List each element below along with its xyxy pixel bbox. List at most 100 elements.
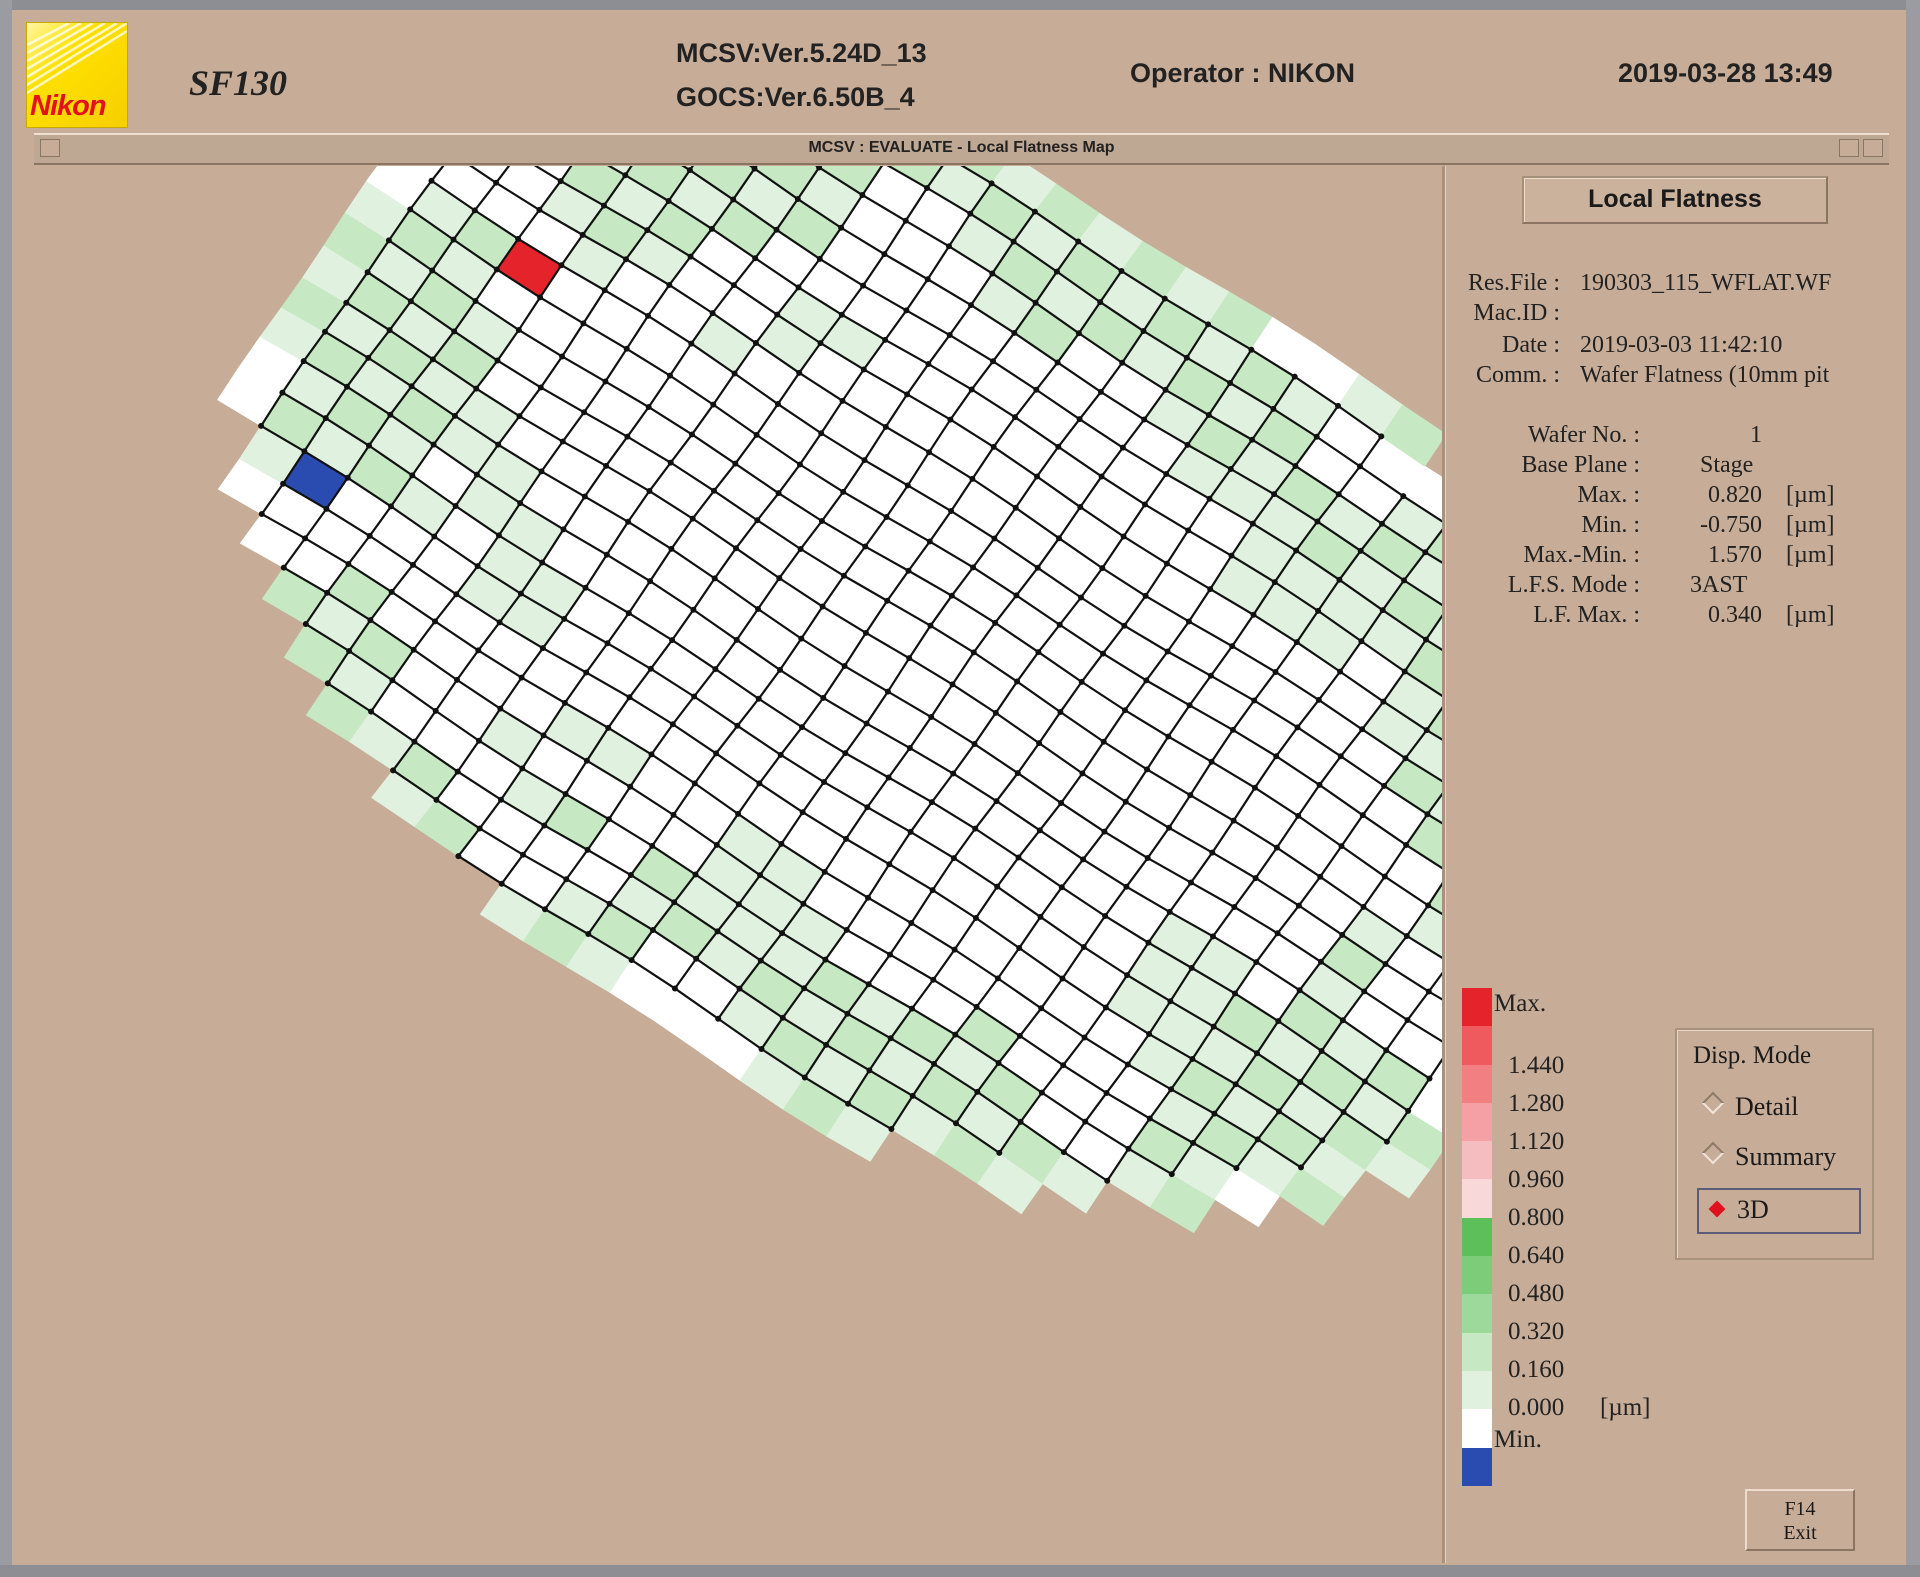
legend-swatch — [1462, 1332, 1492, 1371]
grid-node — [970, 649, 977, 656]
grid-node — [1097, 388, 1104, 395]
grid-node — [843, 926, 850, 933]
radio-summary[interactable]: Summary — [1701, 1141, 1836, 1172]
grid-node — [366, 442, 372, 449]
grid-node — [1033, 386, 1040, 393]
grid-node — [1144, 855, 1151, 862]
grid-node — [690, 606, 697, 613]
grid-node — [627, 872, 634, 879]
grid-node — [1401, 668, 1408, 675]
grid-node — [757, 872, 764, 879]
grid-node — [493, 179, 500, 186]
wafer-flatness-3d-map[interactable] — [40, 49, 1644, 1563]
grid-node — [779, 930, 786, 937]
legend-swatch — [1462, 1026, 1492, 1065]
grid-node — [1382, 961, 1389, 968]
grid-node — [1166, 824, 1172, 831]
grid-node — [1275, 1018, 1282, 1025]
grid-node — [842, 750, 849, 757]
grid-node — [539, 559, 546, 566]
grid-node — [1231, 904, 1238, 911]
grid-node — [279, 389, 286, 396]
grid-node — [471, 207, 478, 214]
grid-node — [1164, 648, 1171, 655]
grid-node — [924, 184, 930, 191]
range-unit: [µm] — [1786, 542, 1835, 568]
grid-node — [906, 745, 913, 752]
grid-node — [1015, 854, 1022, 861]
legend-swatch — [1462, 1370, 1492, 1410]
grid-node — [1403, 932, 1410, 939]
legend-min-label: Min. — [1494, 1426, 1542, 1453]
grid-node — [1080, 856, 1087, 863]
grid-node — [1400, 493, 1407, 500]
grid-node — [730, 196, 737, 203]
grid-node — [1359, 726, 1366, 733]
grid-node — [1145, 939, 1152, 946]
grid-node — [539, 645, 546, 652]
grid-node — [454, 676, 460, 683]
grid-node — [515, 235, 522, 242]
grid-node — [601, 202, 607, 209]
disp-mode-group: Disp. Mode Detail Summary 3D — [1675, 1028, 1874, 1260]
grid-node — [1032, 299, 1039, 306]
grid-node — [795, 284, 802, 291]
grid-node — [1232, 1081, 1239, 1088]
window-titlebar[interactable]: MCSV : EVALUATE - Local Flatness Map — [34, 133, 1889, 165]
legend-tick: 0.160 — [1508, 1356, 1565, 1383]
grid-node — [715, 1015, 722, 1022]
grid-node — [1253, 959, 1260, 966]
grid-node — [1313, 433, 1320, 440]
grid-node — [1271, 491, 1278, 498]
radio-3d[interactable]: 3D — [1697, 1188, 1861, 1234]
grid-node — [301, 448, 308, 455]
grid-node — [1099, 565, 1106, 572]
grid-node — [606, 900, 613, 907]
grid-node — [559, 353, 566, 360]
grid-node — [561, 699, 568, 706]
grid-node — [859, 192, 866, 199]
grid-node — [1146, 1031, 1153, 1038]
grid-node — [1037, 913, 1044, 920]
minimize-icon[interactable] — [1839, 139, 1859, 157]
grid-node — [428, 177, 435, 184]
grid-node — [1425, 988, 1432, 995]
grid-node — [453, 591, 460, 598]
exit-button[interactable]: F14 Exit — [1745, 1489, 1855, 1551]
grid-node — [995, 1059, 1002, 1066]
grid-node — [410, 646, 417, 653]
grid-node — [862, 543, 869, 550]
grid-node — [605, 724, 612, 731]
grid-node — [948, 592, 955, 599]
grid-node — [517, 590, 524, 597]
grid-node — [648, 751, 655, 758]
grid-node — [455, 853, 462, 860]
grid-node — [775, 490, 782, 497]
grid-node — [368, 708, 375, 715]
grid-node — [1100, 738, 1107, 745]
grid-node — [323, 505, 330, 512]
grid-node — [579, 231, 586, 238]
grid-node — [1249, 520, 1256, 527]
grid-node — [1034, 473, 1040, 480]
grid-node — [1183, 354, 1190, 361]
grid-node — [557, 178, 564, 185]
grid-node — [755, 605, 761, 612]
grid-node — [1146, 1115, 1153, 1122]
grid-node — [429, 267, 436, 274]
maximize-icon[interactable] — [1863, 139, 1883, 157]
grid-node — [429, 356, 436, 363]
grid-node — [801, 1074, 808, 1081]
radio-detail[interactable]: Detail — [1701, 1091, 1799, 1122]
grid-node — [665, 197, 672, 204]
model-name: SF130 — [189, 63, 288, 103]
grid-node — [820, 694, 827, 701]
grid-node — [495, 441, 502, 448]
grid-node — [1426, 1075, 1433, 1082]
grid-node — [344, 474, 351, 481]
grid-node — [689, 431, 695, 438]
grid-node — [1186, 702, 1193, 709]
grid-node — [1102, 912, 1109, 919]
grid-node — [541, 822, 548, 829]
range-value: 1.570 — [1708, 542, 1762, 568]
